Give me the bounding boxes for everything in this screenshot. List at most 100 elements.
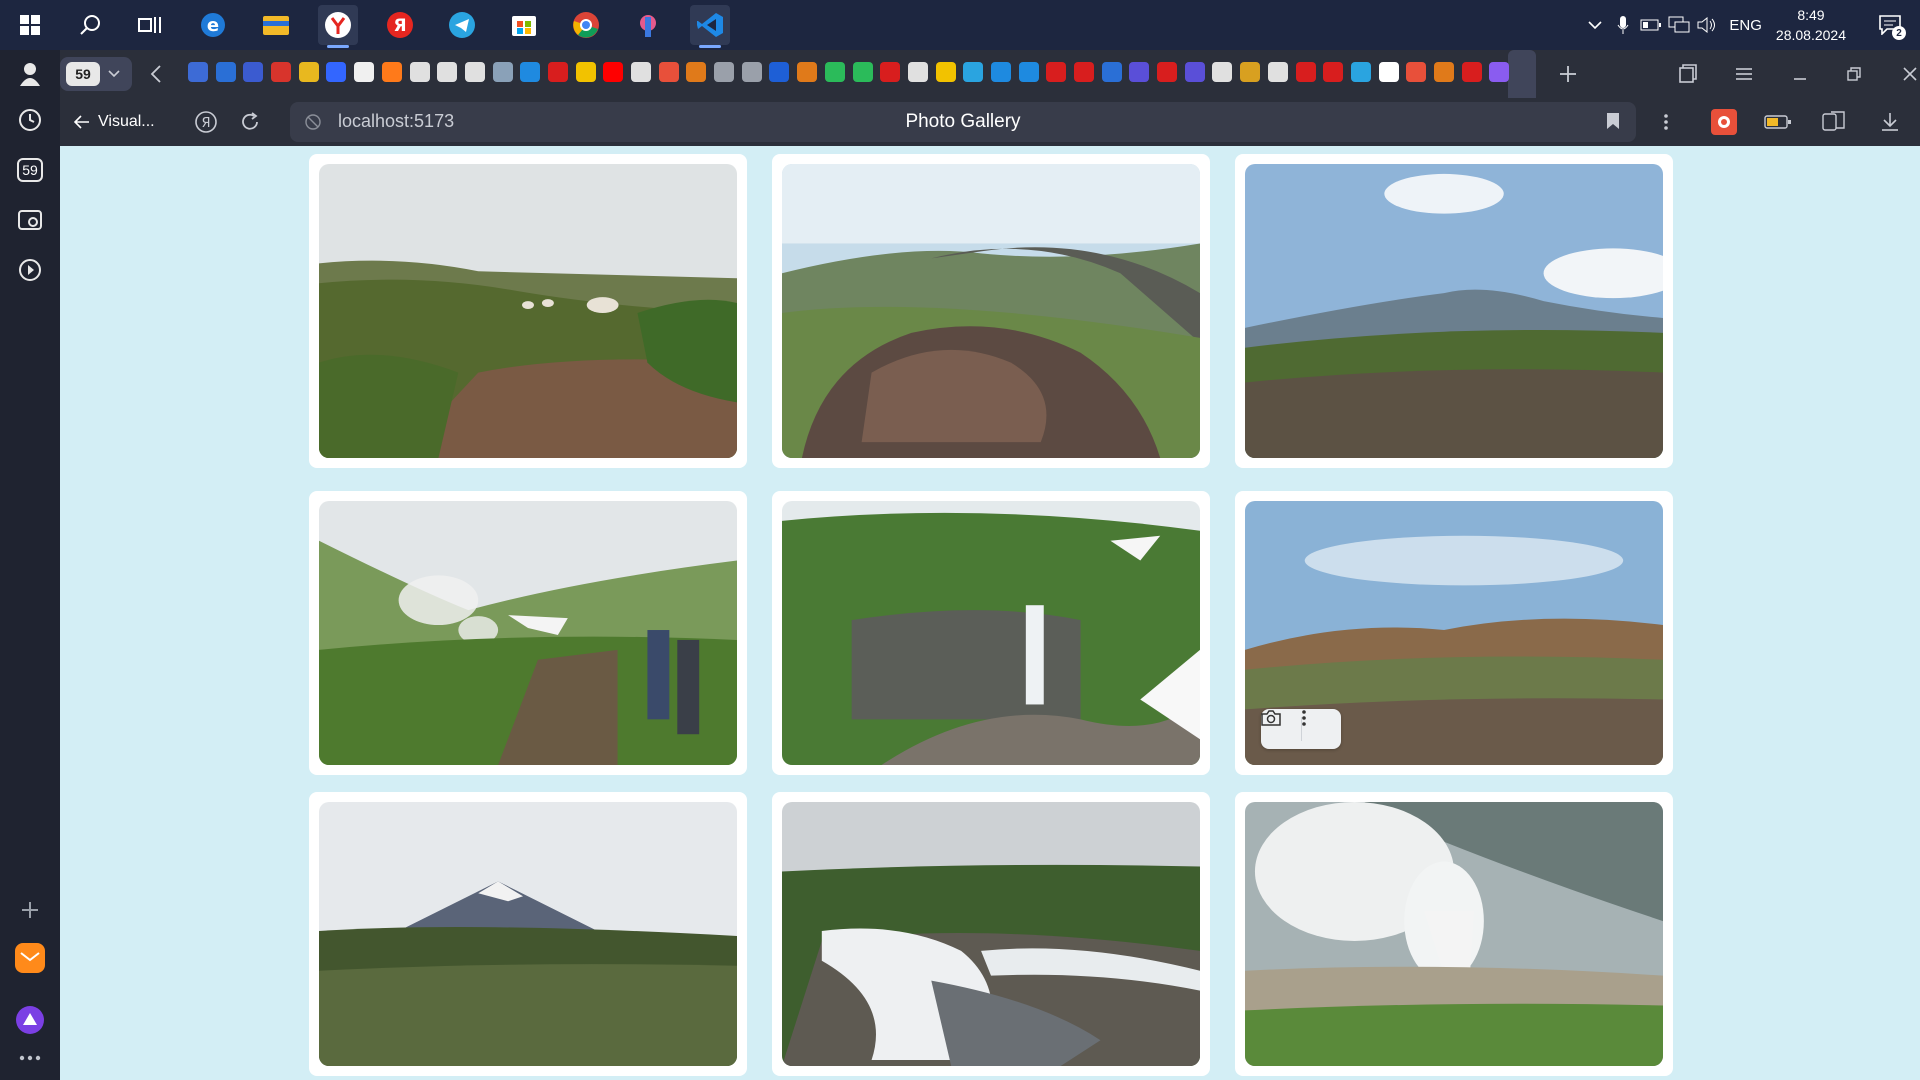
download-icon[interactable] bbox=[1874, 106, 1906, 138]
pinned-tab[interactable] bbox=[1267, 62, 1288, 82]
mail-icon[interactable] bbox=[12, 940, 48, 976]
microphone-icon[interactable] bbox=[1609, 0, 1637, 50]
pinned-tab[interactable] bbox=[880, 62, 901, 82]
tabs-counter-icon[interactable]: 59 bbox=[12, 152, 48, 188]
gallery-photo[interactable] bbox=[1245, 501, 1663, 765]
gallery-card[interactable] bbox=[309, 792, 747, 1076]
pinned-tab[interactable] bbox=[215, 62, 236, 82]
pinned-tab[interactable] bbox=[1212, 62, 1233, 82]
pinned-tab[interactable] bbox=[243, 62, 264, 82]
pinned-tab[interactable] bbox=[714, 62, 735, 82]
more-vertical-icon[interactable] bbox=[1301, 709, 1341, 749]
chevron-up-icon[interactable] bbox=[1581, 0, 1609, 50]
gallery-card[interactable] bbox=[309, 154, 747, 468]
back-button[interactable]: Visual... bbox=[74, 106, 155, 138]
alice-icon[interactable] bbox=[12, 1002, 48, 1038]
collections-icon[interactable] bbox=[1668, 58, 1708, 90]
extension-icon[interactable] bbox=[1708, 106, 1740, 138]
pinned-tab[interactable] bbox=[492, 62, 513, 82]
pinned-tab[interactable] bbox=[1074, 62, 1094, 82]
network-icon[interactable] bbox=[1665, 0, 1693, 50]
task-view-icon[interactable] bbox=[130, 5, 170, 45]
screenshot-icon[interactable] bbox=[12, 202, 48, 238]
pinned-tab[interactable] bbox=[990, 62, 1011, 82]
tab-counter-button[interactable]: 59 bbox=[60, 57, 132, 91]
menu-icon[interactable] bbox=[1724, 58, 1764, 90]
gallery-card[interactable] bbox=[1235, 491, 1673, 775]
notifications-button[interactable]: 2 bbox=[1870, 0, 1910, 50]
gallery-photo[interactable] bbox=[319, 164, 737, 458]
pinned-tab[interactable] bbox=[852, 62, 873, 82]
scroll-tabs-left-icon[interactable] bbox=[150, 64, 162, 88]
pinned-tab[interactable] bbox=[1323, 62, 1344, 82]
history-icon[interactable] bbox=[12, 102, 48, 138]
telegram-icon[interactable] bbox=[442, 5, 482, 45]
search-icon[interactable] bbox=[70, 5, 110, 45]
pinned-tab[interactable] bbox=[547, 62, 568, 82]
pinned-tab[interactable] bbox=[797, 62, 818, 82]
pinned-tab[interactable] bbox=[1129, 62, 1150, 82]
translate-icon[interactable] bbox=[1818, 106, 1850, 138]
file-explorer-icon[interactable] bbox=[256, 5, 296, 45]
pinned-tab[interactable] bbox=[963, 62, 984, 82]
pinned-tab[interactable] bbox=[575, 62, 596, 82]
add-icon[interactable] bbox=[12, 892, 48, 928]
yandex-home-icon[interactable]: Я bbox=[190, 106, 222, 138]
gallery-card[interactable] bbox=[1235, 792, 1673, 1076]
gallery-card[interactable] bbox=[772, 154, 1210, 468]
pinned-tab[interactable] bbox=[188, 62, 208, 82]
minimize-icon[interactable] bbox=[1780, 58, 1820, 90]
pinned-tab[interactable] bbox=[1406, 62, 1427, 82]
gallery-photo[interactable] bbox=[782, 802, 1200, 1066]
new-tab-button[interactable] bbox=[1552, 58, 1584, 90]
pinned-tab[interactable] bbox=[1295, 62, 1316, 82]
pinned-tab[interactable] bbox=[686, 62, 707, 82]
video-icon[interactable] bbox=[12, 252, 48, 288]
gallery-card[interactable] bbox=[1235, 154, 1673, 468]
pinned-tab[interactable] bbox=[1184, 62, 1205, 82]
pinned-tab[interactable] bbox=[907, 62, 928, 82]
more-icon[interactable] bbox=[12, 1040, 48, 1076]
camera-icon[interactable] bbox=[1261, 709, 1301, 749]
volume-icon[interactable] bbox=[1693, 0, 1721, 50]
pinned-tab[interactable] bbox=[741, 62, 762, 82]
edge-icon[interactable]: e bbox=[193, 5, 233, 45]
profile-icon[interactable] bbox=[12, 56, 48, 92]
gallery-photo[interactable] bbox=[319, 501, 737, 765]
pinned-tab[interactable] bbox=[437, 62, 458, 82]
app-icon[interactable] bbox=[628, 5, 668, 45]
gallery-photo[interactable] bbox=[319, 802, 737, 1066]
pinned-tab[interactable] bbox=[298, 62, 319, 82]
pinned-tab[interactable] bbox=[354, 62, 375, 82]
gallery-photo[interactable] bbox=[782, 164, 1200, 458]
pinned-tab[interactable] bbox=[824, 62, 845, 82]
pinned-tab[interactable] bbox=[1157, 62, 1178, 82]
pinned-tab[interactable] bbox=[1433, 62, 1454, 82]
battery-saver-icon[interactable] bbox=[1762, 106, 1794, 138]
more-vertical-icon[interactable] bbox=[1650, 106, 1682, 138]
pinned-tab[interactable] bbox=[464, 62, 485, 82]
address-bar[interactable]: localhost:5173 Photo Gallery bbox=[290, 102, 1636, 142]
pinned-tab[interactable] bbox=[326, 62, 347, 82]
pinned-tab[interactable] bbox=[935, 62, 956, 82]
gallery-card[interactable] bbox=[309, 491, 747, 775]
microsoft-store-icon[interactable] bbox=[504, 5, 544, 45]
gallery-card[interactable] bbox=[772, 491, 1210, 775]
windows-start-icon[interactable] bbox=[10, 5, 50, 45]
pinned-tab[interactable] bbox=[520, 62, 541, 82]
gallery-photo[interactable] bbox=[1245, 164, 1663, 458]
pinned-tab[interactable] bbox=[271, 62, 292, 82]
gallery-photo[interactable] bbox=[782, 501, 1200, 765]
gallery-card[interactable] bbox=[772, 792, 1210, 1076]
reload-icon[interactable] bbox=[234, 106, 266, 138]
pinned-tab[interactable] bbox=[409, 62, 430, 82]
pinned-tab[interactable] bbox=[658, 62, 679, 82]
site-info-icon[interactable] bbox=[304, 113, 322, 131]
pinned-tab[interactable] bbox=[1461, 62, 1482, 82]
pinned-tab[interactable] bbox=[1101, 62, 1122, 82]
pinned-tab[interactable] bbox=[1018, 62, 1039, 82]
pinned-tab[interactable] bbox=[381, 62, 402, 82]
pinned-tab[interactable] bbox=[769, 62, 790, 82]
pinned-tab[interactable] bbox=[1378, 62, 1399, 82]
url-text[interactable]: localhost:5173 bbox=[338, 111, 454, 132]
